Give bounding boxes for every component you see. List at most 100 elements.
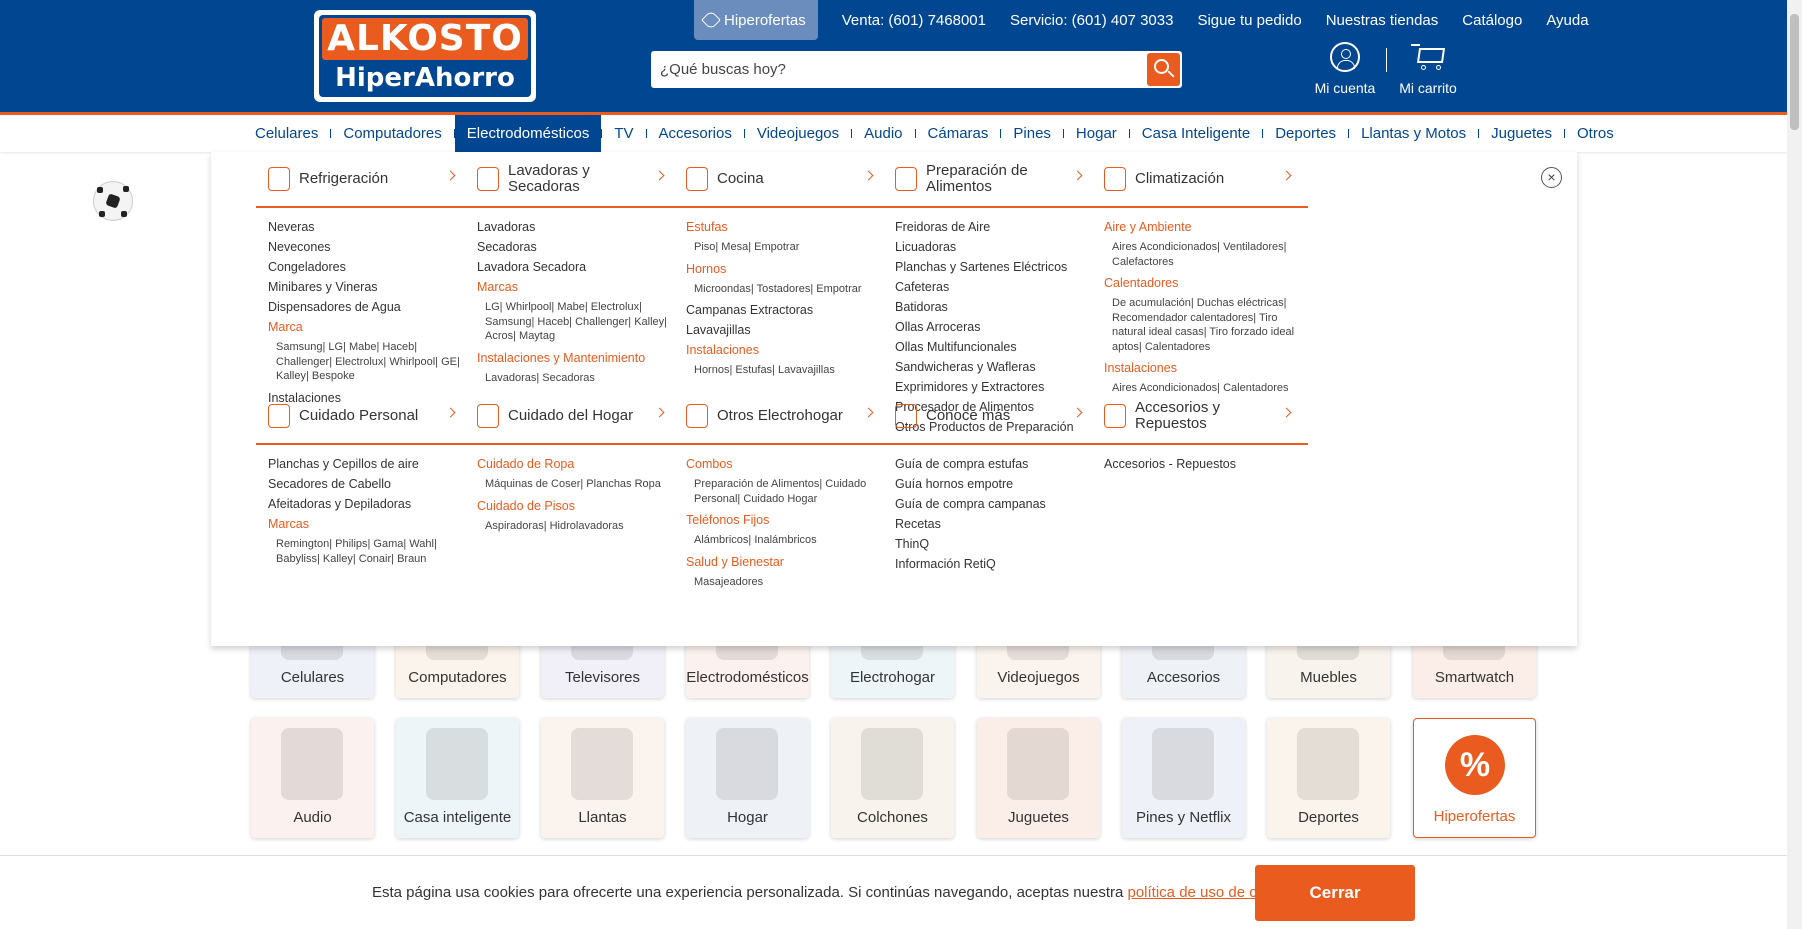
- menu-sublink[interactable]: Máquinas de Coser| Planchas Ropa: [477, 477, 672, 492]
- menu-heading-cuidado-personal[interactable]: Cuidado Personal: [256, 389, 472, 445]
- menu-heading-conoce-mas[interactable]: Conoce más: [883, 389, 1099, 445]
- menu-link[interactable]: Guía de compra campanas: [895, 497, 1099, 512]
- menu-link[interactable]: Freidoras de Aire: [895, 220, 1099, 235]
- menu-link[interactable]: Información RetiQ: [895, 557, 1099, 572]
- menu-link[interactable]: Nevecones: [268, 240, 472, 255]
- tile-casa-inteligente[interactable]: Casa inteligente: [396, 718, 519, 838]
- menu-link[interactable]: Afeitadoras y Depiladoras: [268, 497, 472, 512]
- menu-sublink[interactable]: Aires Acondicionados| Ventiladores| Cale…: [1104, 240, 1299, 269]
- menu-group-link[interactable]: Cuidado de Ropa: [477, 457, 681, 472]
- soccer-ball-icon[interactable]: [93, 181, 133, 221]
- menu-group-link[interactable]: Marcas: [477, 280, 681, 295]
- menu-link[interactable]: Planchas y Sartenes Eléctricos: [895, 260, 1099, 275]
- category-llantas-y-motos[interactable]: Llantas y Motos: [1349, 115, 1478, 152]
- tile-llantas[interactable]: Llantas: [541, 718, 664, 838]
- page-scrollbar[interactable]: [1787, 0, 1802, 929]
- catalog-link[interactable]: Catálogo: [1450, 12, 1534, 29]
- menu-heading-cuidado-del-hogar[interactable]: Cuidado del Hogar: [465, 389, 681, 445]
- tile-hogar[interactable]: Hogar: [686, 718, 809, 838]
- menu-link[interactable]: Recetas: [895, 517, 1099, 532]
- menu-heading-otros-electrohogar[interactable]: Otros Electrohogar: [674, 389, 890, 445]
- menu-link[interactable]: Congeladores: [268, 260, 472, 275]
- menu-sublink[interactable]: LG| Whirlpool| Mabe| Electrolux| Samsung…: [477, 300, 672, 344]
- category-casa-inteligente[interactable]: Casa Inteligente: [1130, 115, 1262, 152]
- tile-hiperofertas[interactable]: % Hiperofertas: [1413, 718, 1536, 838]
- category-accesorios[interactable]: Accesorios: [647, 115, 744, 152]
- menu-link[interactable]: Secadoras: [477, 240, 681, 255]
- menu-group-link[interactable]: Cuidado de Pisos: [477, 499, 681, 514]
- menu-sublink[interactable]: De acumulación| Duchas eléctricas| Recom…: [1104, 296, 1299, 354]
- menu-heading-climatizacion[interactable]: Climatización: [1092, 152, 1308, 208]
- menu-group-link[interactable]: Combos: [686, 457, 890, 472]
- menu-heading-preparacion-de-alimentos[interactable]: Preparación de Alimentos: [883, 152, 1099, 208]
- menu-sublink[interactable]: Samsung| LG| Mabe| Haceb| Challenger| El…: [268, 340, 463, 384]
- account-button[interactable]: Mi cuenta: [1310, 40, 1380, 96]
- menu-sublink[interactable]: Remington| Philips| Gama| Wahl| Babyliss…: [268, 537, 463, 566]
- menu-link[interactable]: Batidoras: [895, 300, 1099, 315]
- menu-link[interactable]: Cafeteras: [895, 280, 1099, 295]
- category-computadores[interactable]: Computadores: [331, 115, 453, 152]
- cart-button[interactable]: Mi carrito: [1396, 40, 1460, 96]
- menu-group-link[interactable]: Estufas: [686, 220, 890, 235]
- menu-group-link[interactable]: Instalaciones: [1104, 361, 1308, 376]
- menu-sublink[interactable]: Alámbricos| Inalámbricos: [686, 533, 881, 548]
- stores-link[interactable]: Nuestras tiendas: [1314, 12, 1451, 29]
- menu-heading-lavadoras-y-secadoras[interactable]: Lavadoras y Secadoras: [465, 152, 681, 208]
- tile-deportes[interactable]: Deportes: [1267, 718, 1390, 838]
- tile-pines-y-netflix[interactable]: Pines y Netflix: [1122, 718, 1245, 838]
- category-juguetes[interactable]: Juguetes: [1479, 115, 1564, 152]
- alkosto-logo[interactable]: ALKOSTO HiperAhorro: [314, 10, 536, 102]
- menu-link[interactable]: Neveras: [268, 220, 472, 235]
- search-button[interactable]: [1147, 53, 1180, 86]
- menu-link[interactable]: Minibares y Vineras: [268, 280, 472, 295]
- venta-phone[interactable]: Venta: (601) 7468001: [830, 12, 998, 29]
- menu-link[interactable]: Lavadoras: [477, 220, 681, 235]
- search-bar[interactable]: ¿Qué buscas hoy?: [651, 51, 1182, 88]
- menu-sublink[interactable]: Microondas| Tostadores| Empotrar: [686, 282, 881, 297]
- tile-juguetes[interactable]: Juguetes: [977, 718, 1100, 838]
- menu-group-link[interactable]: Teléfonos Fijos: [686, 513, 890, 528]
- category-tv[interactable]: TV: [602, 115, 645, 152]
- scrollbar-thumb[interactable]: [1790, 14, 1799, 130]
- help-link[interactable]: Ayuda: [1534, 12, 1600, 29]
- tile-colchones[interactable]: Colchones: [831, 718, 954, 838]
- category-electrodomesticos[interactable]: Electrodomésticos: [454, 115, 602, 152]
- menu-link[interactable]: Guía de compra estufas: [895, 457, 1099, 472]
- category-celulares[interactable]: Celulares: [243, 115, 330, 152]
- menu-sublink[interactable]: Piso| Mesa| Empotrar: [686, 240, 881, 255]
- menu-group-link[interactable]: Aire y Ambiente: [1104, 220, 1308, 235]
- menu-sublink[interactable]: Lavadoras| Secadoras: [477, 371, 672, 386]
- menu-link[interactable]: Campanas Extractoras: [686, 303, 890, 318]
- menu-group-link[interactable]: Marcas: [268, 517, 472, 532]
- track-order-link[interactable]: Sigue tu pedido: [1185, 12, 1313, 29]
- menu-link[interactable]: Lavadora Secadora: [477, 260, 681, 275]
- servicio-phone[interactable]: Servicio: (601) 407 3033: [998, 12, 1185, 29]
- menu-sublink[interactable]: Preparación de Alimentos| Cuidado Person…: [686, 477, 881, 506]
- menu-link[interactable]: Secadores de Cabello: [268, 477, 472, 492]
- menu-link[interactable]: Accesorios - Repuestos: [1104, 457, 1308, 472]
- cookie-close-button[interactable]: Cerrar: [1255, 865, 1415, 921]
- category-pines[interactable]: Pines: [1001, 115, 1063, 152]
- menu-link[interactable]: ThinQ: [895, 537, 1099, 552]
- search-input[interactable]: ¿Qué buscas hoy?: [660, 51, 786, 88]
- menu-link[interactable]: Dispensadores de Agua: [268, 300, 472, 315]
- category-videojuegos[interactable]: Videojuegos: [745, 115, 851, 152]
- menu-sublink[interactable]: Hornos| Estufas| Lavavajillas: [686, 363, 881, 378]
- menu-heading-accesorios-y-repuestos[interactable]: Accesorios y Repuestos: [1092, 389, 1308, 445]
- tile-audio[interactable]: Audio: [251, 718, 374, 838]
- menu-link[interactable]: Guía hornos empotre: [895, 477, 1099, 492]
- menu-group-link[interactable]: Instalaciones: [686, 343, 890, 358]
- category-deportes[interactable]: Deportes: [1263, 115, 1348, 152]
- menu-heading-cocina[interactable]: Cocina: [674, 152, 890, 208]
- menu-group-link[interactable]: Marca: [268, 320, 472, 335]
- menu-link[interactable]: Ollas Multifuncionales: [895, 340, 1099, 355]
- menu-sublink[interactable]: Masajeadores: [686, 575, 881, 590]
- hiperofertas-link[interactable]: Hiperofertas: [694, 0, 818, 40]
- menu-link[interactable]: Licuadoras: [895, 240, 1099, 255]
- menu-heading-refrigeracion[interactable]: Refrigeración: [256, 152, 472, 208]
- menu-group-link[interactable]: Instalaciones y Mantenimiento: [477, 351, 681, 366]
- category-otros[interactable]: Otros: [1565, 115, 1626, 152]
- category-audio[interactable]: Audio: [852, 115, 914, 152]
- menu-group-link[interactable]: Hornos: [686, 262, 890, 277]
- menu-link[interactable]: Ollas Arroceras: [895, 320, 1099, 335]
